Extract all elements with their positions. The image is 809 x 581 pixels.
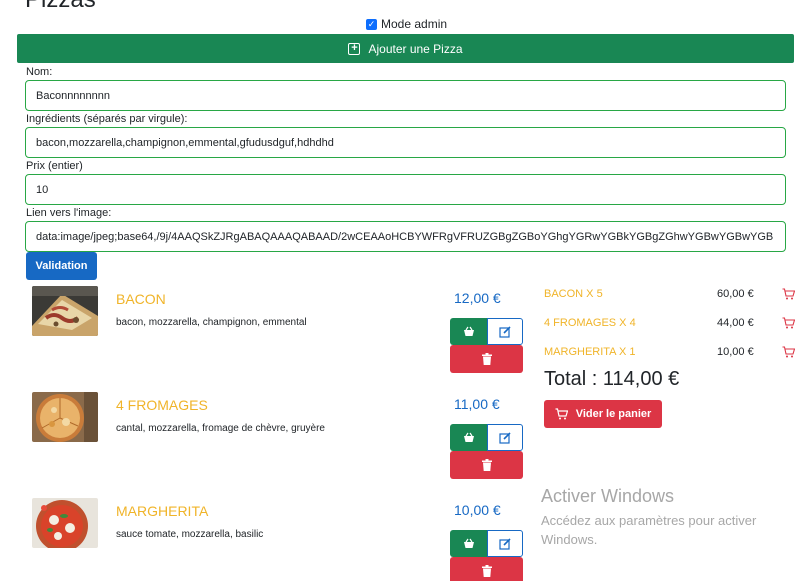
add-to-cart-button[interactable]: [450, 424, 487, 451]
pizza-price: 10,00 €: [454, 502, 501, 518]
name-label: Nom:: [26, 66, 53, 78]
cart-line-label: BACON X 5: [544, 288, 603, 300]
pizza-image: [32, 498, 98, 548]
edit-pizza-button[interactable]: [487, 424, 523, 451]
pizza-item: MARGHERITA sauce tomate, mozzarella, bas…: [0, 498, 530, 581]
delete-pizza-button[interactable]: [450, 345, 523, 373]
price-input[interactable]: 10: [25, 174, 786, 205]
cart-line-label: MARGHERITA X 1: [544, 346, 636, 358]
ingredients-input[interactable]: bacon,mozzarella,champignon,emmental,gfu…: [25, 127, 786, 158]
empty-cart-button[interactable]: Vider le panier: [544, 400, 662, 428]
edit-icon: [499, 537, 511, 550]
windows-activation-watermark: Activer Windows Accédez aux paramètres p…: [541, 486, 801, 549]
trash-icon: [481, 353, 492, 365]
ingredients-label: Ingrédients (séparés par virgule):: [26, 113, 188, 125]
edit-icon: [499, 325, 511, 338]
cart-line: BACON X 5 60,00 €: [544, 286, 796, 306]
pizza-image: [32, 392, 98, 442]
page-title: Pizzas: [25, 0, 96, 14]
watermark-text: Accédez aux paramètres pour activer Wind…: [541, 513, 757, 547]
pizza-name: 4 FROMAGES: [116, 397, 208, 413]
basket-icon: [463, 326, 474, 336]
admin-mode-checkbox[interactable]: ✓: [366, 18, 377, 30]
cart-icon: [555, 408, 568, 420]
plus-square-icon: +: [348, 42, 361, 55]
edit-pizza-button[interactable]: [487, 318, 523, 345]
image-link-input[interactable]: data:image/jpeg;base64,/9j/4AAQSkZJRgABA…: [25, 221, 786, 252]
delete-pizza-button[interactable]: [450, 557, 523, 581]
pizza-ingredients: cantal, mozzarella, fromage de chèvre, g…: [116, 423, 325, 434]
validation-button[interactable]: Validation: [26, 252, 97, 280]
remove-from-cart-icon[interactable]: [782, 345, 796, 363]
trash-icon: [481, 565, 492, 577]
basket-icon: [463, 432, 474, 442]
pizza-ingredients: bacon, mozzarella, champignon, emmental: [116, 317, 307, 328]
admin-mode-label: Mode admin: [381, 17, 448, 31]
edit-pizza-button[interactable]: [487, 530, 523, 557]
cart-line-total: 44,00 €: [717, 317, 754, 329]
cart-line: 4 FROMAGES X 4 44,00 €: [544, 315, 796, 335]
empty-cart-label: Vider le panier: [575, 408, 652, 420]
cart-line-label: 4 FROMAGES X 4: [544, 317, 636, 329]
cart-line-total: 10,00 €: [717, 346, 754, 358]
cart-line: MARGHERITA X 1 10,00 €: [544, 344, 796, 364]
remove-from-cart-icon[interactable]: [782, 316, 796, 334]
admin-mode-toggle[interactable]: ✓ Mode admin: [366, 17, 447, 31]
pizza-image: [32, 286, 98, 336]
add-to-cart-button[interactable]: [450, 318, 487, 345]
trash-icon: [481, 459, 492, 471]
add-pizza-label: Ajouter une Pizza: [368, 41, 463, 56]
cart-line-total: 60,00 €: [717, 288, 754, 300]
delete-pizza-button[interactable]: [450, 451, 523, 479]
name-input[interactable]: Baconnnnnnnn: [25, 80, 786, 111]
pizza-item: 4 FROMAGES cantal, mozzarella, fromage d…: [0, 392, 530, 492]
pizza-name: BACON: [116, 291, 166, 307]
pizza-ingredients: sauce tomate, mozzarella, basilic: [116, 529, 264, 540]
remove-from-cart-icon[interactable]: [782, 287, 796, 305]
image-link-label: Lien vers l'image:: [26, 207, 112, 219]
pizza-price: 11,00 €: [454, 396, 500, 412]
price-label: Prix (entier): [26, 160, 83, 172]
edit-icon: [499, 431, 511, 444]
basket-icon: [463, 538, 474, 548]
pizza-price: 12,00 €: [454, 290, 501, 306]
pizza-item: BACON bacon, mozzarella, champignon, emm…: [0, 286, 530, 386]
watermark-title: Activer Windows: [541, 486, 675, 506]
cart-total: Total : 114,00 €: [544, 368, 680, 390]
pizza-name: MARGHERITA: [116, 503, 209, 519]
add-to-cart-button[interactable]: [450, 530, 487, 557]
add-pizza-button[interactable]: + Ajouter une Pizza: [17, 34, 794, 63]
